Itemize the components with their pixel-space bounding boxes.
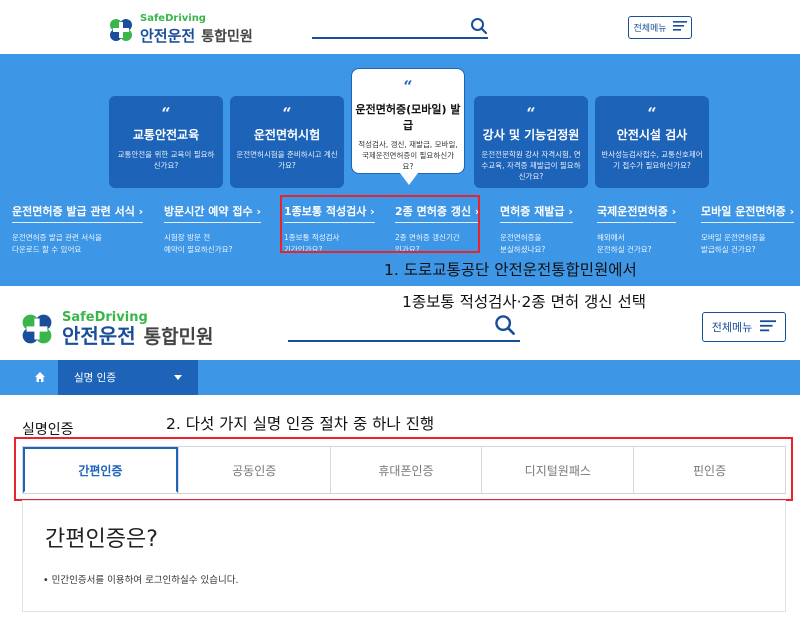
service-desc: 해외에서: [597, 233, 625, 242]
page-title: 실명인증: [22, 422, 74, 438]
chevron-down-icon: [174, 375, 182, 380]
service-desc: 분실하셨나요?: [500, 245, 546, 254]
search-input-main[interactable]: [288, 340, 520, 342]
all-menu-label: 전체메뉴: [711, 321, 753, 334]
search-icon[interactable]: [494, 314, 516, 340]
site-logo-main[interactable]: SafeDriving 안전운전 통합민원: [20, 311, 214, 347]
card-desc: 반사성능검사접수, 교통신호제어기 접수가 필요하신가요?: [601, 150, 703, 170]
panel-title: 간편인증은?: [45, 527, 158, 552]
service-desc: 운전면허증 발급 관련 서식을: [12, 233, 102, 242]
card-traffic-safety-education[interactable]: “ 교통안전교육 교통안전을 위한 교육이 필요하신가요?: [109, 96, 223, 188]
brand-subtitle: 통합민원: [201, 29, 253, 45]
service-desc: 발급하실 건가요?: [701, 245, 756, 254]
brand-korean: 안전운전: [140, 27, 196, 45]
highlight-box-step1: [280, 195, 480, 253]
card-instructor-examiner[interactable]: “ 강사 및 기능검정원 운전전문학원 강사 자격시험, 연수교육, 자격증 재…: [474, 96, 588, 188]
home-button[interactable]: [22, 360, 58, 395]
all-menu-button[interactable]: 전체메뉴: [628, 16, 692, 39]
nav-bar: 실명 인증: [0, 360, 800, 395]
annotation-step1-line1: 1. 도로교통공단 안전운전통합민원에서: [384, 261, 637, 279]
service-desc: 운전하실 건가요?: [597, 245, 652, 254]
service-desc: 시험장 방문 전: [164, 233, 211, 242]
service-title: 국제운전면허증: [597, 205, 668, 218]
card-title: 안전시설 검사: [616, 128, 688, 142]
panel-description-text: 민간인증서를 이용하여 로그인하실수 있습니다.: [51, 575, 239, 586]
all-menu-label: 전체메뉴: [633, 24, 667, 34]
breadcrumb-dropdown[interactable]: 실명 인증: [58, 360, 198, 395]
card-title: 운전면허시험: [253, 128, 321, 142]
service-desc: 예약이 필요하신가요?: [164, 245, 233, 254]
clover-logo-icon: [20, 312, 54, 346]
service-link-forms[interactable]: 운전면허증 발급 관련 서식 › 운전면허증 발급 관련 서식을 다운로드 할 수…: [12, 200, 144, 256]
search-input[interactable]: [312, 37, 488, 39]
hamburger-icon: [760, 319, 777, 335]
card-desc: 적성검사, 갱신, 재발급, 모바일, 국제운전면허증이 필요하신가요?: [358, 140, 458, 171]
annotation-step2: 2. 다섯 가지 실명 인증 절차 중 하나 진행: [166, 415, 435, 433]
card-desc: 운전전문학원 강사 자격시험, 연수교육, 자격증 재발급이 필요하신가요?: [481, 150, 581, 181]
home-icon: [34, 368, 46, 387]
service-title: 방문시간 예약 접수: [164, 205, 253, 218]
brand-subtitle: 통합민원: [143, 326, 214, 348]
quote-icon: “: [526, 104, 536, 123]
annotation-step1-line2: 1종보통 적성검사·2종 면허 갱신 선택: [402, 293, 646, 311]
hamburger-icon: [672, 21, 687, 34]
service-title: 면허증 재발급: [500, 205, 565, 218]
clover-logo-icon: [108, 17, 134, 43]
card-title: 교통안전교육: [132, 128, 200, 142]
search-icon[interactable]: [470, 17, 488, 39]
service-title: 운전면허증 발급 관련 서식: [12, 205, 135, 218]
service-desc: 다운로드 할 수 있어요: [12, 245, 82, 254]
quote-icon: “: [282, 104, 292, 123]
all-menu-button-main[interactable]: 전체메뉴: [702, 312, 786, 342]
card-title: 강사 및 기능검정원: [482, 128, 580, 142]
brand-korean: 안전운전: [62, 324, 136, 348]
service-title: 모바일 운전면허증: [701, 205, 786, 218]
panel-description: • 민간인증서를 이용하여 로그인하실수 있습니다.: [43, 575, 239, 586]
card-title: 운전면허증(모바일) 발급: [355, 103, 461, 132]
brand-english: SafeDriving: [62, 310, 148, 325]
service-link-reissue[interactable]: 면허증 재발급 › 운전면허증을 분실하셨나요?: [500, 200, 573, 256]
speech-tail: [400, 173, 418, 185]
top-header: SafeDriving 안전운전 통합민원 전체메뉴: [0, 0, 800, 54]
quote-icon: “: [161, 104, 171, 123]
service-link-international-license[interactable]: 국제운전면허증 › 해외에서 운전하실 건가요?: [597, 200, 677, 256]
service-link-visit-reservation[interactable]: 방문시간 예약 접수 › 시험장 방문 전 예약이 필요하신가요?: [164, 200, 261, 256]
card-safety-facility-inspection[interactable]: “ 안전시설 검사 반사성능검사접수, 교통신호제어기 접수가 필요하신가요?: [595, 96, 709, 188]
service-desc: 운전면허증을: [500, 233, 542, 242]
brand-english: SafeDriving: [140, 13, 206, 24]
card-license-exam[interactable]: “ 운전면허시험 운전면허시험을 준비하시고 계신가요?: [230, 96, 344, 188]
breadcrumb-label: 실명 인증: [74, 372, 116, 384]
service-desc: 모바일 운전면허증을: [701, 233, 766, 242]
card-desc: 교통안전을 위한 교육이 필요하신가요?: [117, 150, 215, 170]
card-license-issue[interactable]: “ 운전면허증(모바일) 발급 적성검사, 갱신, 재발급, 모바일, 국제운전…: [351, 68, 465, 185]
quote-icon: “: [403, 77, 413, 96]
hero-section: “ 교통안전교육 교통안전을 위한 교육이 필요하신가요? “ 운전면허시험 운…: [0, 54, 800, 286]
quote-icon: “: [647, 104, 657, 123]
site-logo[interactable]: SafeDriving 안전운전 통합민원: [108, 14, 253, 45]
service-link-mobile-license[interactable]: 모바일 운전면허증 › 모바일 운전면허증을 발급하실 건가요?: [701, 200, 795, 256]
auth-info-panel: 간편인증은? • 민간인증서를 이용하여 로그인하실수 있습니다.: [22, 500, 786, 612]
highlight-box-step2: [14, 437, 793, 501]
card-desc: 운전면허시험을 준비하시고 계신가요?: [236, 150, 338, 170]
